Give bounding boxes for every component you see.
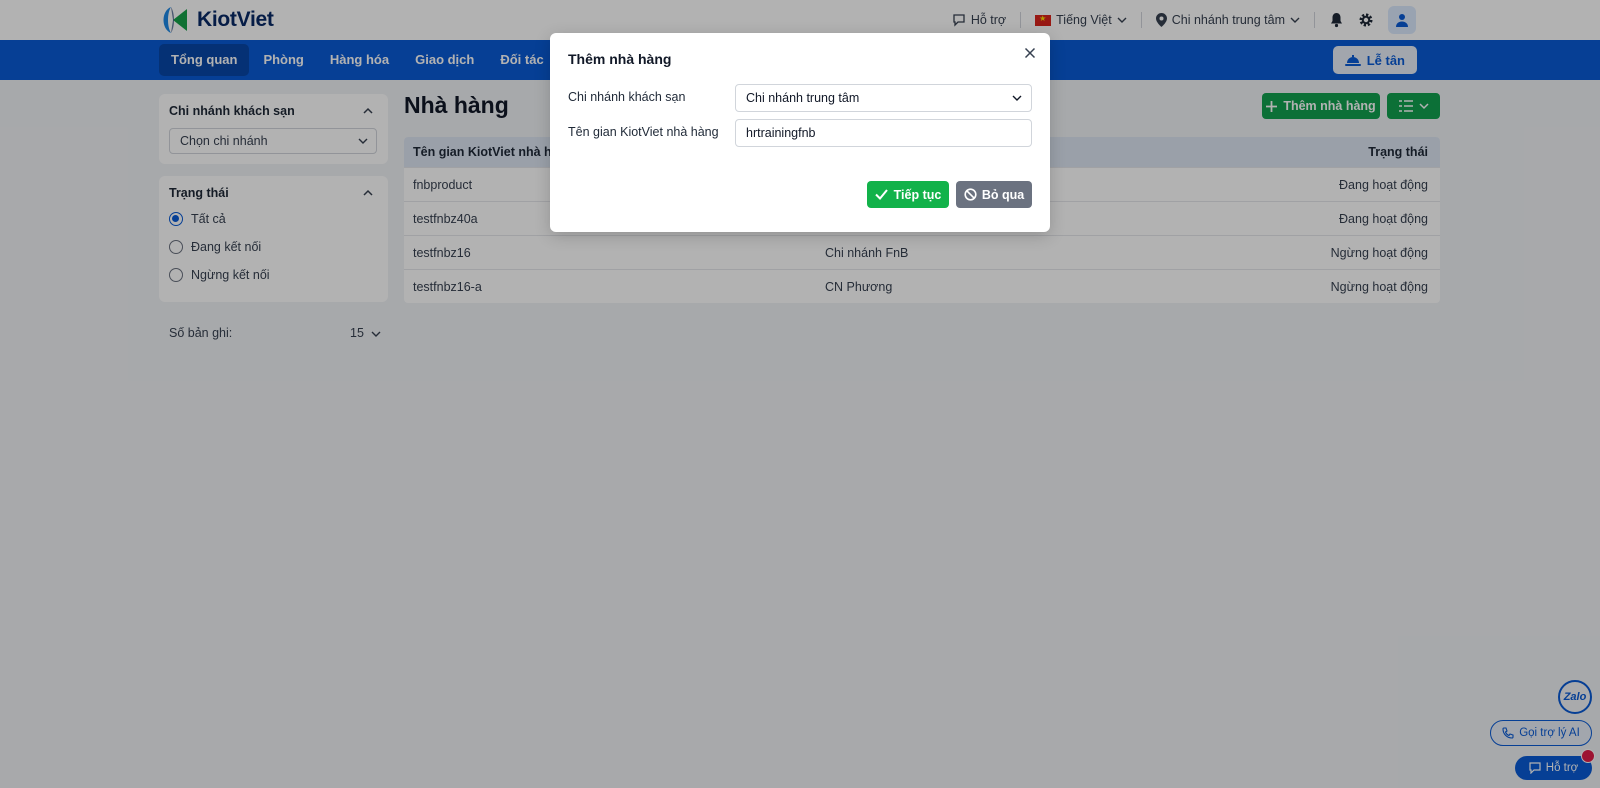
branch-dropdown-value: Chi nhánh trung tâm <box>746 91 860 105</box>
close-icon[interactable] <box>1022 45 1038 61</box>
checkmark-icon <box>874 189 888 200</box>
branch-dropdown[interactable]: Chi nhánh trung tâm <box>735 84 1032 112</box>
continue-button[interactable]: Tiếp tục <box>867 181 949 208</box>
branch-field-label: Chi nhánh khách sạn <box>568 90 686 104</box>
store-name-input[interactable] <box>735 119 1032 147</box>
chevron-down-icon <box>1012 95 1022 101</box>
continue-label: Tiếp tục <box>893 187 942 202</box>
modal-title: Thêm nhà hàng <box>568 51 672 67</box>
add-restaurant-modal: Thêm nhà hàng Chi nhánh khách sạn Chi nh… <box>550 33 1050 232</box>
skip-label: Bỏ qua <box>981 187 1025 202</box>
store-name-field-label: Tên gian KiotViet nhà hàng <box>568 125 719 139</box>
prohibit-icon <box>964 188 977 201</box>
skip-button[interactable]: Bỏ qua <box>956 181 1032 208</box>
